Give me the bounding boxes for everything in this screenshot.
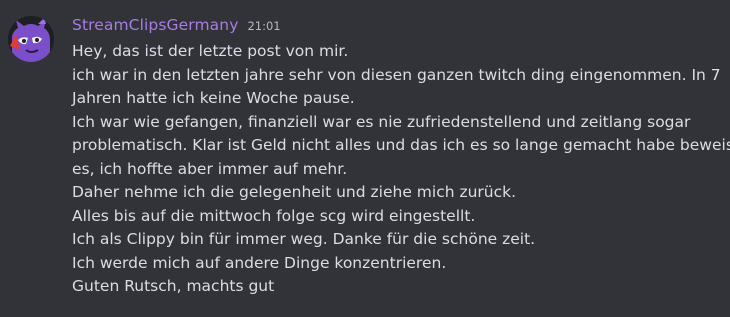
message-header: StreamClipsGermany 21:01 [72, 16, 710, 38]
message-line: problematisch. Klar ist Geld nicht alles… [72, 136, 730, 154]
message-content: Hey, das ist der letzte post von mir. ic… [72, 40, 730, 299]
message-line: Guten Rutsch, machts gut [72, 277, 275, 295]
message-timestamp[interactable]: 21:01 [247, 19, 280, 33]
chat-message: StreamClipsGermany 21:01 Hey, das ist de… [0, 0, 730, 317]
author-username[interactable]: StreamClipsGermany [72, 16, 238, 34]
message-line: Hey, das ist der letzte post von mir. [72, 42, 349, 60]
message-line: Jahren hatte ich keine Woche pause. [72, 89, 355, 107]
message-line: ich war in den letzten jahre sehr von di… [72, 65, 721, 84]
avatar-character-icon [8, 16, 54, 62]
message-line: Ich werde mich auf andere Dinge konzentr… [72, 253, 447, 272]
message-line: Ich als Clippy bin für immer weg. Danke … [72, 230, 536, 248]
message-line: Ich war wie gefangen, finanziell war es … [72, 112, 691, 131]
message-line: Daher nehme ich die gelegenheit und zieh… [72, 183, 517, 201]
message-line: es, ich hoffte aber immer auf mehr. [72, 159, 348, 178]
message-line: Alles bis auf die mittwoch folge scg wir… [72, 206, 476, 225]
user-avatar[interactable] [8, 16, 54, 62]
